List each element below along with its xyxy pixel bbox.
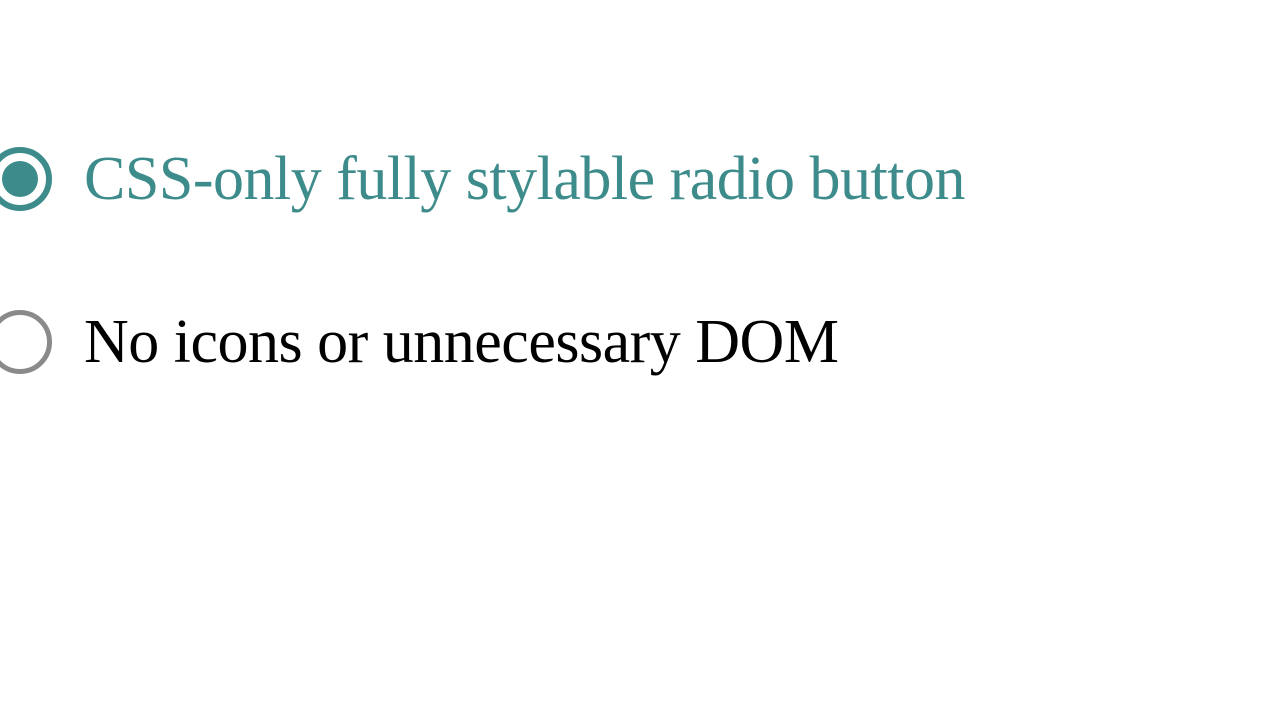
radio-label: CSS-only fully stylable radio button — [84, 145, 965, 213]
radio-option-1[interactable]: CSS-only fully stylable radio button — [0, 145, 1280, 213]
radio-icon — [0, 147, 52, 211]
radio-icon — [0, 310, 52, 374]
radio-group: CSS-only fully stylable radio button No … — [0, 0, 1280, 376]
radio-option-2[interactable]: No icons or unnecessary DOM — [0, 308, 1280, 376]
radio-label: No icons or unnecessary DOM — [84, 308, 838, 376]
